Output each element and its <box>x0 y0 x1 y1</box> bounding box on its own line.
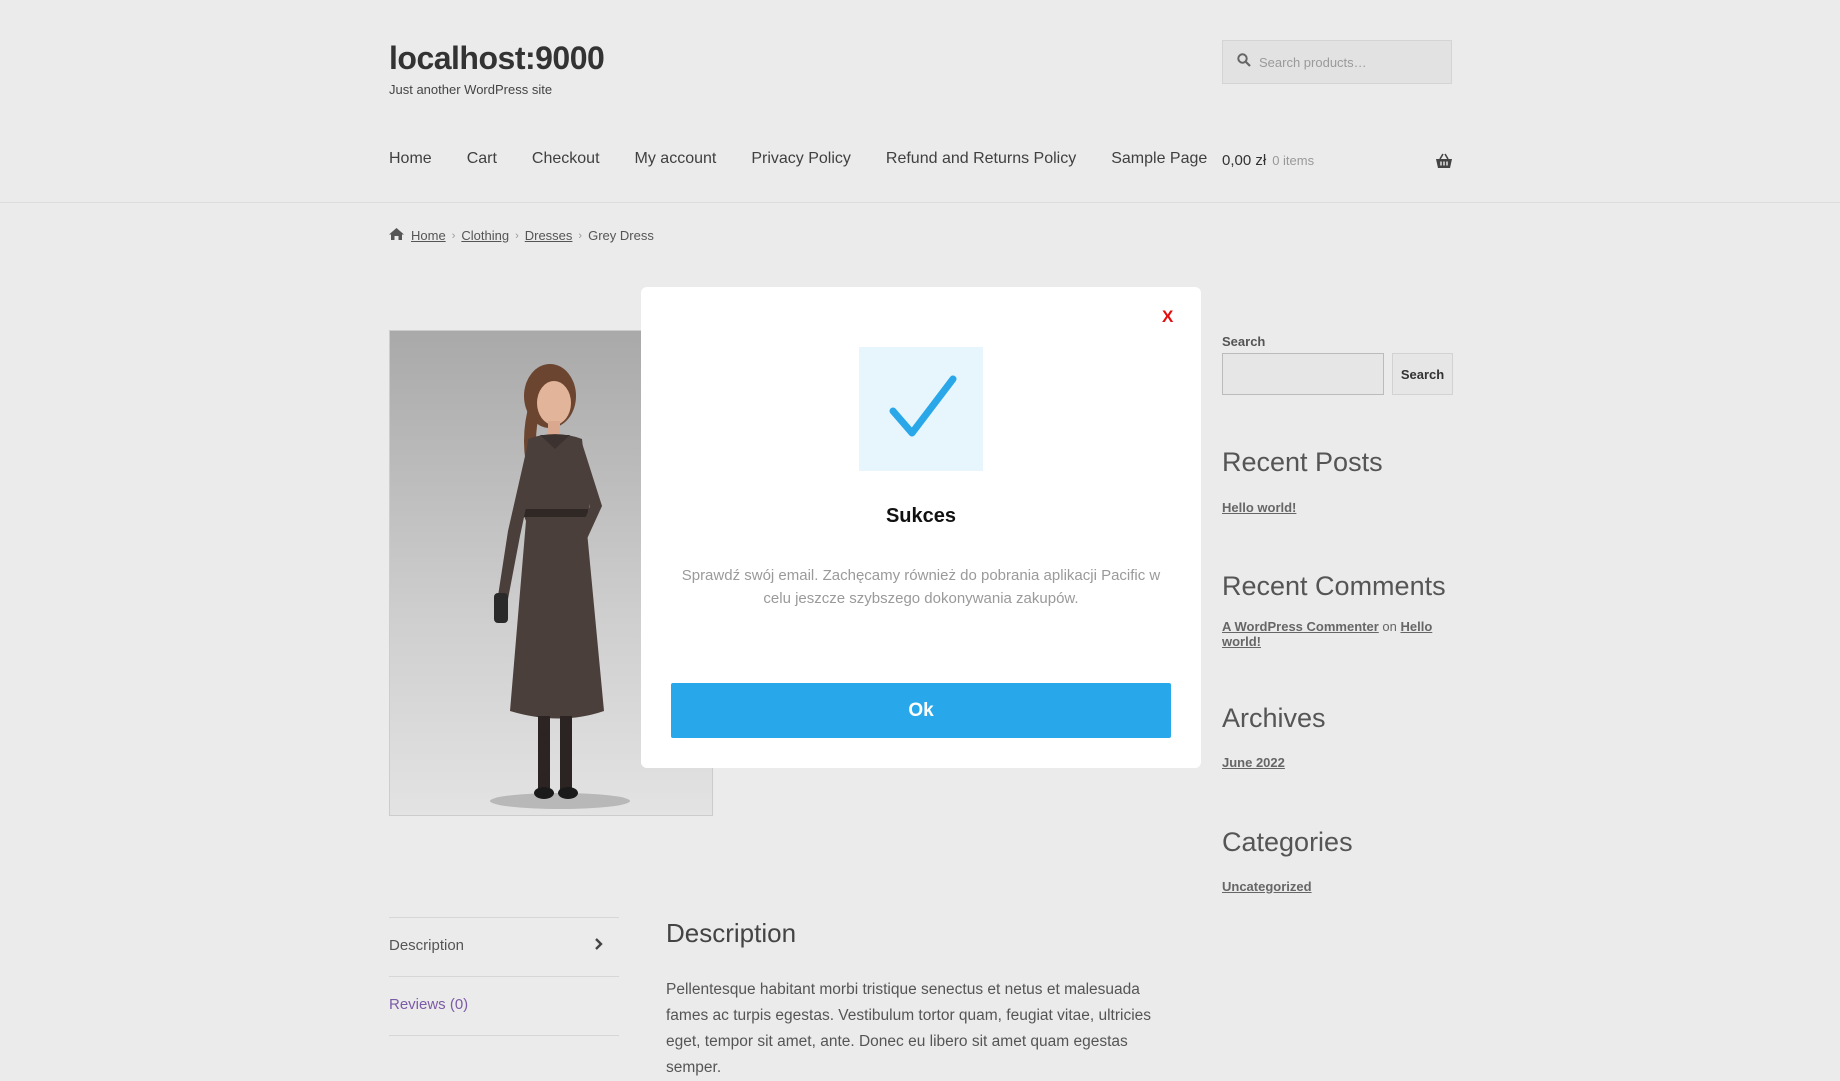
sidebar-search-button[interactable]: Search <box>1392 353 1453 395</box>
recent-comment: A WordPress Commenter on Hello world! <box>1222 619 1442 649</box>
nav-item-checkout[interactable]: Checkout <box>532 150 600 168</box>
site-title[interactable]: localhost:9000 <box>389 40 605 77</box>
breadcrumb-home[interactable]: Home <box>411 228 446 243</box>
chevron-right-icon: › <box>578 229 583 242</box>
search-input[interactable] <box>1257 53 1441 71</box>
archives-title: Archives <box>1222 703 1326 733</box>
nav-item-refund-policy[interactable]: Refund and Returns Policy <box>886 150 1076 168</box>
chevron-right-icon <box>594 937 604 955</box>
breadcrumb: Home › Clothing › Dresses › Grey Dress <box>389 228 654 243</box>
comment-post-link[interactable]: Hello <box>1400 619 1432 634</box>
archive-link[interactable]: June 2022 <box>1222 755 1285 770</box>
product-search[interactable] <box>1222 40 1452 84</box>
search-icon <box>1237 52 1251 72</box>
modal-ok-button[interactable]: Ok <box>671 683 1171 738</box>
description-text: Pellentesque habitant morbi tristique se… <box>666 981 1152 1076</box>
modal-message: Sprawdź swój email. Zachęcamy również do… <box>681 567 1161 607</box>
recent-post-link[interactable]: Hello world! <box>1222 500 1296 515</box>
sidebar-search-input[interactable] <box>1222 353 1384 395</box>
tab-divider <box>389 1035 619 1036</box>
breadcrumb-dresses[interactable]: Dresses <box>525 228 573 243</box>
cart-total: 0,00 zł <box>1222 152 1267 169</box>
nav-item-privacy-policy[interactable]: Privacy Policy <box>751 150 851 168</box>
tab-reviews[interactable]: Reviews (0) <box>389 996 468 1013</box>
header-divider <box>0 202 1840 203</box>
cart-summary[interactable]: 0,00 zł 0 items <box>1222 152 1314 169</box>
primary-nav: Home Cart Checkout My account Privacy Po… <box>389 150 1242 168</box>
cart-basket-icon[interactable] <box>1435 153 1453 174</box>
chevron-right-icon: › <box>515 229 519 242</box>
comment-post-link-cont[interactable]: world! <box>1222 634 1261 649</box>
comment-author-link[interactable]: A WordPress Commenter <box>1222 619 1379 634</box>
home-icon <box>389 228 404 243</box>
modal-close-button[interactable]: X <box>1162 307 1173 327</box>
tab-divider <box>389 976 619 977</box>
tab-description[interactable]: Description <box>389 937 464 954</box>
description-heading: Description <box>666 918 797 948</box>
breadcrumb-clothing[interactable]: Clothing <box>461 228 509 243</box>
site-tagline: Just another WordPress site <box>389 82 553 97</box>
nav-item-my-account[interactable]: My account <box>635 150 717 168</box>
recent-posts-title: Recent Posts <box>1222 447 1383 477</box>
chevron-right-icon: › <box>451 229 456 242</box>
categories-title: Categories <box>1222 827 1353 857</box>
cart-item-count: 0 items <box>1272 153 1315 168</box>
breadcrumb-current: Grey Dress <box>588 228 654 243</box>
category-link[interactable]: Uncategorized <box>1222 879 1312 894</box>
modal-title: Sukces <box>885 505 957 527</box>
nav-item-sample-page[interactable]: Sample Page <box>1111 150 1207 168</box>
comment-on-text: on <box>1382 619 1397 634</box>
recent-comments-title: Recent Comments <box>1222 571 1446 601</box>
nav-item-cart[interactable]: Cart <box>467 150 497 168</box>
tab-divider <box>389 917 619 918</box>
checkmark-icon <box>859 347 983 471</box>
nav-item-home[interactable]: Home <box>389 150 432 168</box>
sidebar-search-label: Search <box>1222 334 1266 349</box>
